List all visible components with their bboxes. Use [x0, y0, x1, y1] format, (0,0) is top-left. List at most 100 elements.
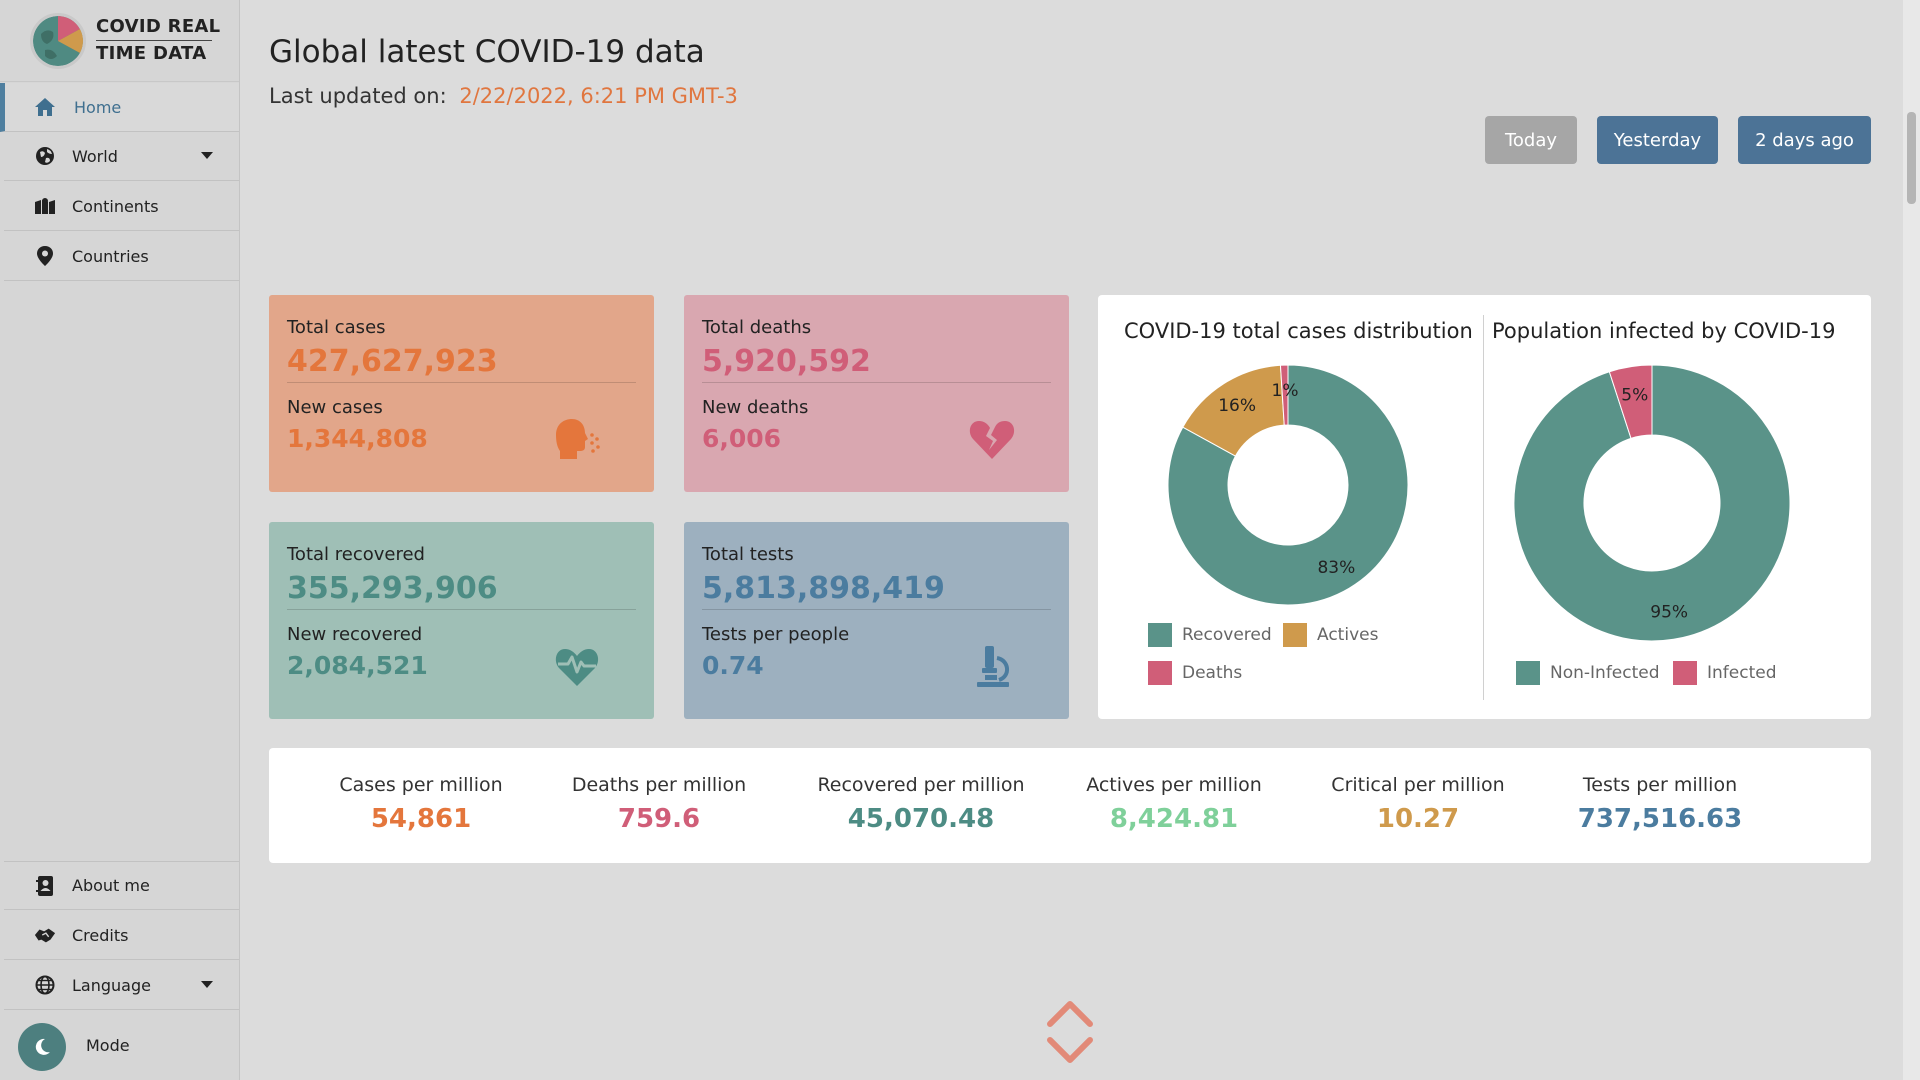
donut-label-actives: 16%	[1218, 396, 1256, 416]
page-scrollbar[interactable]	[1903, 0, 1920, 1080]
chevron-down-icon	[201, 152, 213, 159]
sneeze-head-icon	[556, 419, 600, 459]
today-button[interactable]: Today	[1485, 116, 1577, 164]
globe-language-icon	[34, 974, 56, 996]
legend-label: Non-Infected	[1550, 663, 1660, 683]
total-recovered-value: 355,293,906	[287, 571, 636, 610]
per-million-stats-panel: Cases per million 54,861 Deaths per mill…	[269, 748, 1871, 863]
scroll-up-arrow-icon[interactable]	[1046, 996, 1094, 1030]
legend-item-recovered[interactable]: Recovered	[1148, 623, 1272, 647]
microscope-icon	[977, 646, 1009, 687]
legend-swatch	[1148, 661, 1172, 685]
logo-line2: TIME DATA	[96, 43, 207, 64]
sidebar-item-label: About me	[72, 876, 150, 895]
legend-swatch	[1673, 661, 1697, 685]
logo-globe-icon	[30, 12, 86, 69]
sidebar-item-home[interactable]: Home	[0, 83, 239, 132]
stat-label: Deaths per million	[571, 774, 747, 796]
sidebar-item-label: Continents	[72, 196, 159, 216]
stat-value: 54,861	[370, 804, 472, 834]
sidebar-item-label: Credits	[72, 925, 129, 945]
moon-icon	[35, 1038, 50, 1055]
stat-cases-per-million: Cases per million 54,861	[321, 774, 521, 834]
sidebar-item-language[interactable]: Language	[4, 961, 239, 1010]
new-recovered-label: New recovered	[287, 624, 423, 645]
chart-divider	[1483, 315, 1484, 700]
legend-swatch	[1283, 623, 1307, 647]
donut-label-non-infected: 95%	[1650, 603, 1688, 623]
cases-distribution-chart-title: COVID-19 total cases distribution	[1124, 319, 1473, 343]
stat-tests-per-million: Tests per million 737,516.63	[1560, 774, 1760, 834]
last-updated-label: Last updated on:	[269, 84, 447, 108]
stat-value: 737,516.63	[1577, 804, 1743, 834]
donut-label-deaths: 1%	[1272, 381, 1299, 401]
broken-heart-icon	[969, 421, 1015, 459]
legend-item-deaths[interactable]: Deaths	[1148, 661, 1242, 685]
legend-label: Deaths	[1182, 663, 1243, 683]
app-logo[interactable]: COVID REAL TIME DATA	[0, 0, 239, 82]
sidebar: COVID REAL TIME DATA Home World Continen…	[0, 0, 240, 1080]
map-icon	[34, 195, 56, 217]
tests-per-people-label: Tests per people	[702, 624, 850, 645]
sidebar-item-countries[interactable]: Countries	[4, 232, 239, 281]
sidebar-item-label: World	[72, 146, 118, 166]
two-days-ago-button[interactable]: 2 days ago	[1738, 116, 1871, 164]
new-deaths-label: New deaths	[702, 397, 809, 418]
total-cases-label: Total cases	[287, 317, 386, 338]
mode-label: Mode	[86, 1036, 130, 1055]
total-tests-card: Total tests 5,813,898,419 Tests per peop…	[684, 522, 1069, 719]
legend-swatch	[1516, 661, 1540, 685]
population-infected-chart-title: Population infected by COVID-19	[1492, 319, 1836, 343]
stat-value: 759.6	[617, 804, 701, 834]
legend-label: Recovered	[1182, 625, 1272, 645]
stat-label: Tests per million	[1582, 774, 1738, 796]
total-deaths-value: 5,920,592	[702, 344, 1051, 383]
stat-label: Cases per million	[339, 774, 503, 796]
new-cases-label: New cases	[287, 397, 383, 418]
charts-panel: COVID-19 total cases distribution 83% 16%…	[1098, 295, 1871, 719]
total-cases-value: 427,627,923	[287, 344, 636, 383]
sidebar-item-label: Home	[74, 97, 122, 117]
stat-label: Actives per million	[1086, 774, 1262, 796]
stat-label: Recovered per million	[817, 774, 1025, 796]
heartbeat-icon	[555, 649, 599, 686]
dark-mode-toggle[interactable]	[18, 1023, 66, 1071]
map-pin-icon	[34, 245, 56, 267]
legend-item-non-infected[interactable]: Non-Infected	[1516, 661, 1660, 685]
total-cases-card: Total cases 427,627,923 New cases 1,344,…	[269, 295, 654, 492]
legend-item-actives[interactable]: Actives	[1283, 623, 1378, 647]
sidebar-item-credits[interactable]: Credits	[4, 911, 239, 960]
total-deaths-label: Total deaths	[702, 317, 812, 338]
handshake-icon	[34, 924, 56, 946]
stat-recovered-per-million: Recovered per million 45,070.48	[801, 774, 1041, 834]
donut-label-recovered: 83%	[1317, 558, 1355, 578]
stat-actives-per-million: Actives per million 8,424.81	[1074, 774, 1274, 834]
legend-label: Actives	[1317, 625, 1379, 645]
stat-critical-per-million: Critical per million 10.27	[1318, 774, 1518, 834]
population-infected-donut-chart: 95% 5%	[1513, 364, 1791, 642]
legend-label: Infected	[1707, 663, 1777, 683]
sidebar-item-label: Countries	[72, 246, 149, 266]
yesterday-button[interactable]: Yesterday	[1597, 116, 1718, 164]
legend-item-infected[interactable]: Infected	[1673, 661, 1777, 685]
sidebar-item-label: Language	[72, 975, 151, 995]
scrollbar-thumb[interactable]	[1907, 112, 1916, 204]
sidebar-item-continents[interactable]: Continents	[4, 182, 239, 231]
globe-icon	[34, 145, 56, 167]
total-deaths-card: Total deaths 5,920,592 New deaths 6,006	[684, 295, 1069, 492]
scroll-arrows	[1046, 996, 1094, 1068]
stat-value: 45,070.48	[847, 804, 995, 834]
home-icon	[34, 96, 56, 118]
legend-swatch	[1148, 623, 1172, 647]
total-tests-label: Total tests	[702, 544, 794, 565]
cases-distribution-donut-chart: 83% 16% 1%	[1167, 364, 1409, 606]
scroll-down-arrow-icon[interactable]	[1046, 1034, 1094, 1068]
sidebar-item-about-me[interactable]: About me	[4, 861, 239, 910]
logo-line1: COVID REAL	[96, 16, 221, 37]
total-recovered-card: Total recovered 355,293,906 New recovere…	[269, 522, 654, 719]
page-title: Global latest COVID-19 data	[269, 34, 705, 70]
stat-deaths-per-million: Deaths per million 759.6	[559, 774, 759, 834]
stat-label: Critical per million	[1331, 774, 1505, 796]
sidebar-item-world[interactable]: World	[4, 132, 239, 181]
total-tests-value: 5,813,898,419	[702, 571, 1051, 610]
